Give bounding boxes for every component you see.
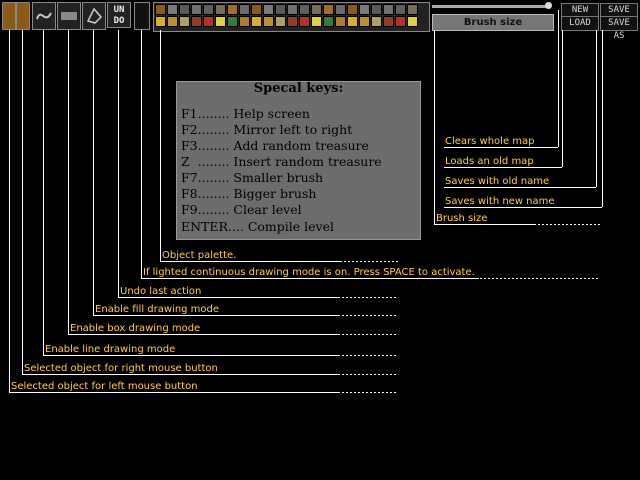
palette-object[interactable] [335, 16, 346, 27]
palette-object[interactable] [359, 16, 370, 27]
label-continuous-mode: If lighted continuous drawing mode is on… [143, 267, 475, 278]
undo-label: UN DO [113, 5, 125, 26]
label-line-mode: Enable line drawing mode [45, 344, 176, 355]
label-loads-map: Loads an old map [445, 156, 534, 167]
palette-object[interactable] [287, 4, 298, 15]
continuous-mode-indicator[interactable] [134, 2, 150, 30]
palette-object[interactable] [179, 16, 190, 27]
label-save: Saves with old name [445, 176, 550, 187]
box-icon [61, 12, 77, 20]
label-object-palette: Object palette. [162, 250, 237, 261]
key-name: F1........ [181, 106, 230, 121]
undo-button[interactable]: UN DO [107, 2, 131, 28]
palette-object[interactable] [263, 4, 274, 15]
palette-object[interactable] [239, 16, 250, 27]
key-row: F1........ Help screen [181, 106, 310, 121]
label-left-object: Selected object for left mouse button [11, 381, 198, 392]
key-row: Z ........ Insert random treasure [181, 154, 382, 169]
special-keys-title: Specal keys: [253, 81, 344, 96]
palette-object[interactable] [155, 4, 166, 15]
palette-object[interactable] [239, 4, 250, 15]
line-tool-button[interactable] [32, 2, 56, 30]
palette-object[interactable] [299, 4, 310, 15]
label-save-as: Saves with new name [445, 196, 555, 207]
key-desc: Add random treasure [233, 138, 369, 153]
label-box-mode: Enable box drawing mode [70, 323, 201, 334]
palette-object[interactable] [215, 4, 226, 15]
save-as-button[interactable]: SAVE AS [600, 16, 638, 41]
key-row: F2........ Mirror left to right [181, 122, 352, 137]
label-right-object: Selected object for right mouse button [24, 363, 218, 374]
palette-object[interactable] [227, 4, 238, 15]
key-name: ENTER.... [181, 219, 244, 234]
palette-object[interactable] [347, 16, 358, 27]
key-desc: Clear level [233, 202, 302, 217]
palette-object[interactable] [371, 4, 382, 15]
key-row: F3........ Add random treasure [181, 138, 369, 153]
key-desc: Smaller brush [233, 170, 324, 185]
palette-object[interactable] [215, 16, 226, 27]
palette-object[interactable] [407, 4, 418, 15]
palette-object[interactable] [383, 16, 394, 27]
key-desc: Mirror left to right [233, 122, 353, 137]
left-selected-object[interactable] [2, 2, 16, 30]
label-undo: Undo last action [120, 286, 202, 297]
fill-bucket-icon [86, 7, 103, 24]
key-name: F7........ [181, 170, 230, 185]
palette-object[interactable] [371, 16, 382, 27]
brush-size-slider-knob[interactable] [545, 2, 552, 9]
palette-object[interactable] [311, 16, 322, 27]
key-desc: Insert random treasure [233, 154, 382, 169]
key-name: F2........ [181, 122, 230, 137]
palette-object[interactable] [299, 16, 310, 27]
palette-object[interactable] [191, 16, 202, 27]
palette-object[interactable] [287, 16, 298, 27]
label-brush-size: Brush size [436, 213, 488, 224]
palette-object[interactable] [323, 16, 334, 27]
box-tool-button[interactable] [57, 2, 81, 30]
palette-object[interactable] [275, 16, 286, 27]
key-desc: Help screen [233, 106, 310, 121]
load-button[interactable]: LOAD [561, 16, 599, 31]
brush-size-slider-track[interactable] [432, 5, 550, 8]
palette-object[interactable] [251, 16, 262, 27]
palette-object[interactable] [167, 4, 178, 15]
key-name: Z ........ [181, 154, 230, 169]
right-selected-object[interactable] [16, 2, 30, 30]
palette-object[interactable] [395, 16, 406, 27]
palette-object[interactable] [203, 4, 214, 15]
palette-object[interactable] [335, 4, 346, 15]
label-clears-map: Clears whole map [445, 136, 535, 147]
palette-object[interactable] [155, 16, 166, 27]
palette-object[interactable] [407, 16, 418, 27]
palette-object[interactable] [263, 16, 274, 27]
key-row: F8........ Bigger brush [181, 186, 316, 201]
palette-object[interactable] [179, 4, 190, 15]
palette-object[interactable] [191, 4, 202, 15]
key-desc: Bigger brush [233, 186, 317, 201]
palette-object[interactable] [311, 4, 322, 15]
label-fill-mode: Enable fill drawing mode [95, 304, 220, 315]
special-keys-panel: Specal keys: F1........ Help screen F2..… [176, 81, 421, 240]
key-name: F8........ [181, 186, 230, 201]
palette-object[interactable] [275, 4, 286, 15]
key-row: ENTER.... Compile level [181, 219, 334, 234]
palette-object[interactable] [347, 4, 358, 15]
key-row: F7........ Smaller brush [181, 170, 323, 185]
key-row: F9........ Clear level [181, 202, 302, 217]
key-desc: Compile level [247, 219, 334, 234]
key-name: F9........ [181, 202, 230, 217]
palette-object[interactable] [359, 4, 370, 15]
brush-size-display: Brush size [432, 14, 554, 31]
fill-tool-button[interactable] [82, 2, 106, 30]
palette-object[interactable] [323, 4, 334, 15]
line-icon [36, 12, 52, 20]
palette-object[interactable] [227, 16, 238, 27]
palette-object[interactable] [167, 16, 178, 27]
palette-object[interactable] [395, 4, 406, 15]
key-name: F3........ [181, 138, 230, 153]
palette-object[interactable] [383, 4, 394, 15]
palette-object[interactable] [203, 16, 214, 27]
palette-object[interactable] [251, 4, 262, 15]
